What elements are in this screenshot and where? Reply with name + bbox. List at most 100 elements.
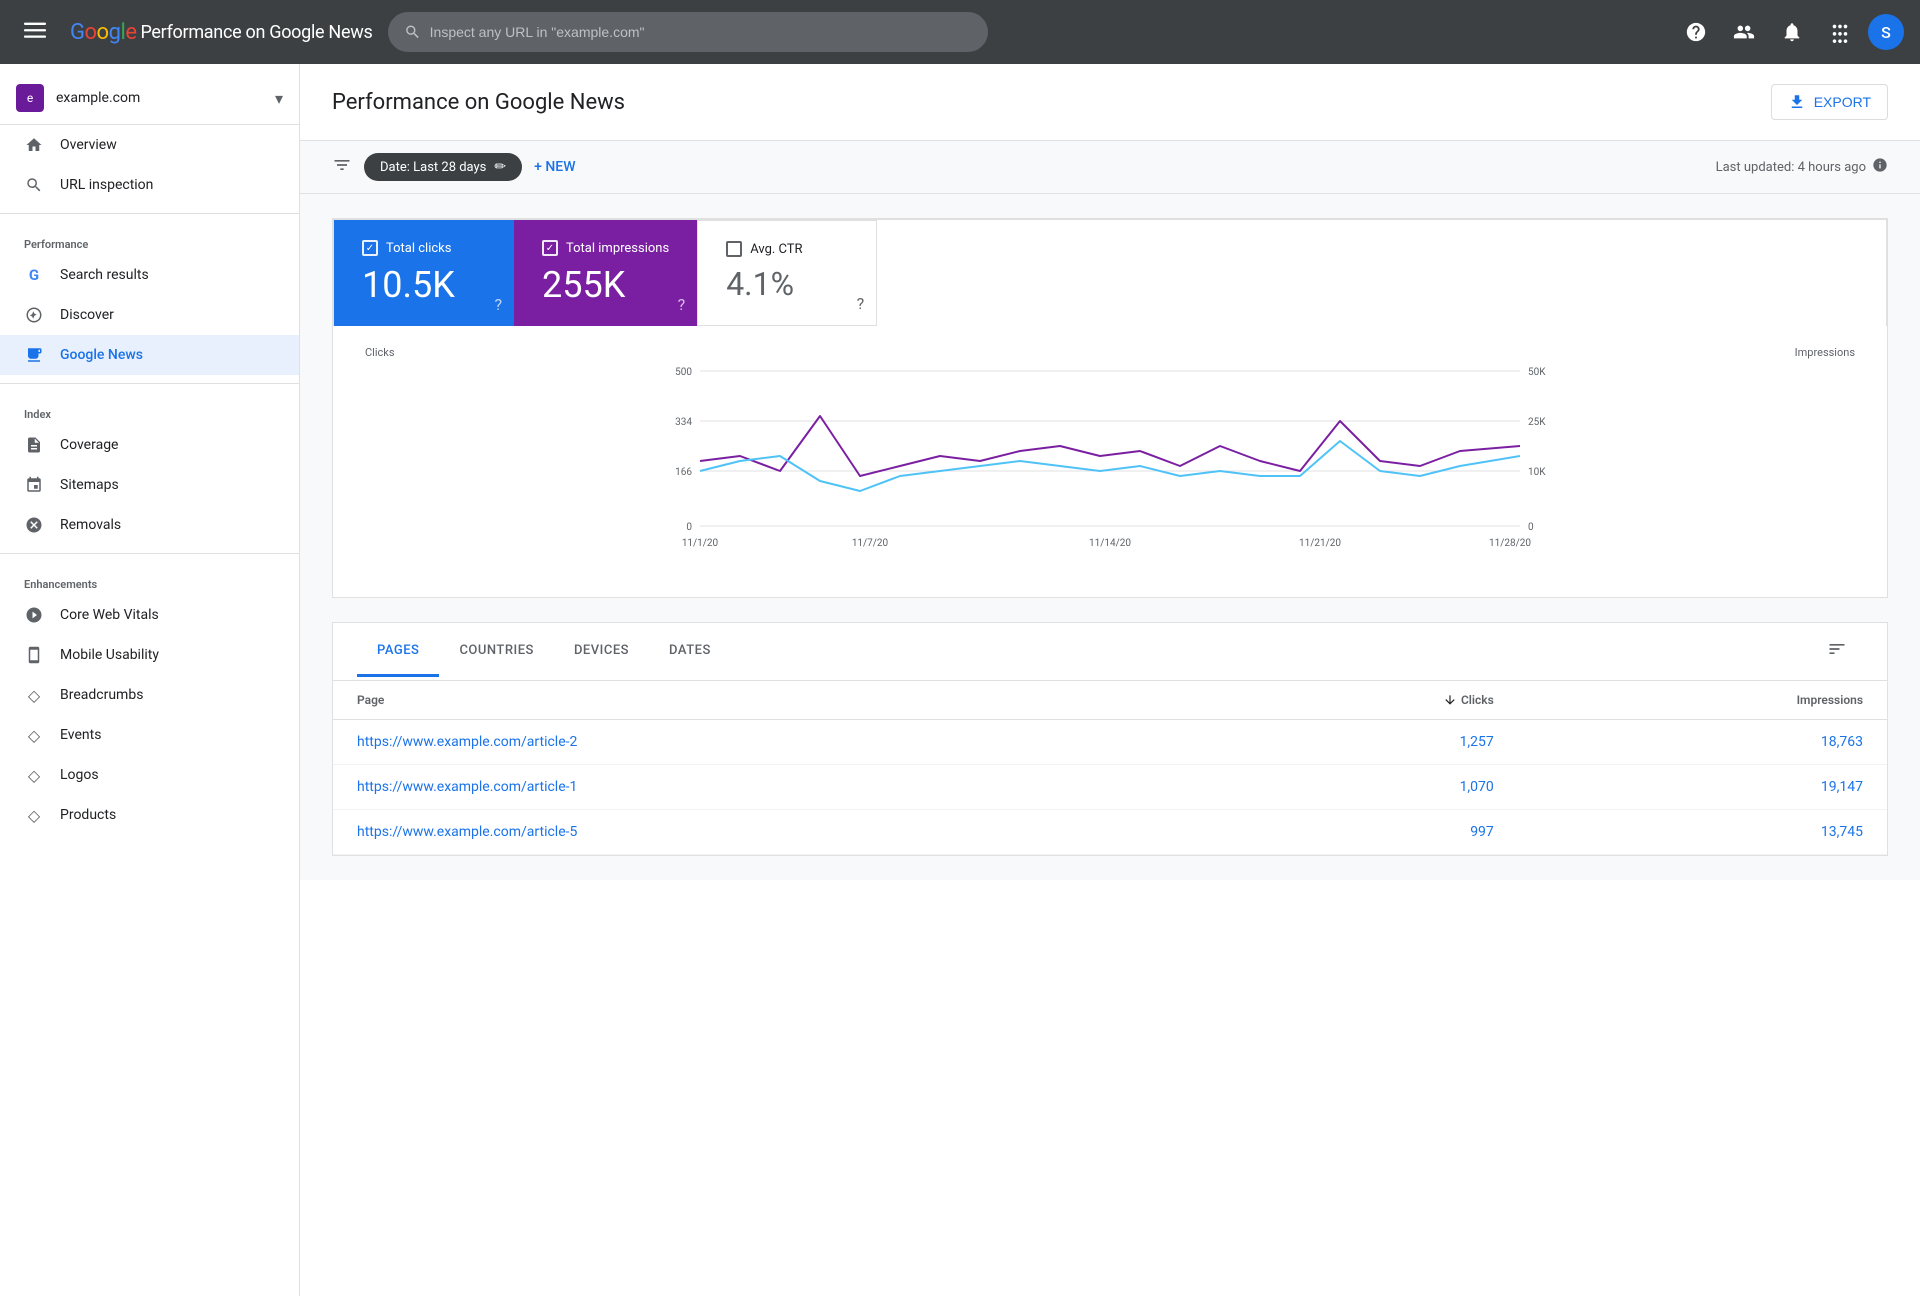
discover-icon bbox=[24, 305, 44, 325]
svg-text:11/1/20: 11/1/20 bbox=[682, 538, 719, 549]
tab-dates[interactable]: DATES bbox=[649, 627, 731, 677]
impressions-value: 255K bbox=[542, 264, 669, 306]
notifications-icon[interactable] bbox=[1772, 12, 1812, 52]
chevron-down-icon: ▾ bbox=[275, 89, 283, 108]
google-g-icon: G bbox=[24, 265, 44, 285]
product-name: Performance on Google News bbox=[140, 22, 372, 43]
svg-text:0: 0 bbox=[1528, 522, 1534, 533]
tab-pages[interactable]: PAGES bbox=[357, 627, 439, 677]
table-row: https://www.example.com/article-2 1,257 … bbox=[333, 720, 1887, 765]
table-tabs: PAGES COUNTRIES DEVICES DATES bbox=[333, 623, 1887, 681]
sidebar-item-label: Logos bbox=[60, 767, 99, 783]
sidebar-item-core-web-vitals[interactable]: Core Web Vitals bbox=[0, 595, 299, 635]
edit-icon: ✏ bbox=[494, 159, 506, 175]
sidebar-item-breadcrumbs[interactable]: ◇ Breadcrumbs bbox=[0, 675, 299, 715]
menu-icon[interactable] bbox=[16, 11, 54, 54]
sidebar-item-mobile-usability[interactable]: Mobile Usability bbox=[0, 635, 299, 675]
sidebar-item-events[interactable]: ◇ Events bbox=[0, 715, 299, 755]
property-selector[interactable]: e example.com ▾ bbox=[0, 72, 299, 125]
total-clicks-card[interactable]: ✓ Total clicks 10.5K ? bbox=[334, 220, 514, 326]
divider bbox=[0, 213, 299, 214]
sidebar-item-overview[interactable]: Overview bbox=[0, 125, 299, 165]
sidebar-item-label: Search results bbox=[60, 267, 149, 283]
property-name: example.com bbox=[56, 90, 263, 106]
filter-icon[interactable] bbox=[332, 155, 352, 180]
impressions-checkbox[interactable]: ✓ bbox=[542, 240, 558, 256]
search-input[interactable] bbox=[430, 24, 973, 40]
col-impressions: Impressions bbox=[1518, 681, 1887, 720]
ctr-checkbox[interactable] bbox=[726, 241, 742, 257]
last-updated: Last updated: 4 hours ago bbox=[1716, 157, 1888, 177]
google-wordmark: Google bbox=[70, 20, 136, 45]
chart-area: Clicks Impressions 500 334 166 0 bbox=[333, 326, 1887, 597]
performance-panel: ✓ Total clicks 10.5K ? ✓ Total impressio… bbox=[332, 218, 1888, 598]
chart-impressions-label: Impressions bbox=[1795, 346, 1855, 359]
sidebar: e example.com ▾ Overview URL inspection … bbox=[0, 64, 300, 1296]
info-icon[interactable]: ? bbox=[494, 295, 502, 314]
svg-text:11/7/20: 11/7/20 bbox=[852, 538, 889, 549]
data-table-section: PAGES COUNTRIES DEVICES DATES Page bbox=[332, 622, 1888, 856]
col-clicks[interactable]: Clicks bbox=[1199, 681, 1518, 720]
sidebar-item-google-news[interactable]: Google News bbox=[0, 335, 299, 375]
page-url[interactable]: https://www.example.com/article-2 bbox=[333, 720, 1199, 765]
sidebar-item-label: Products bbox=[60, 807, 116, 823]
avg-ctr-card[interactable]: Avg. CTR 4.1% ? bbox=[697, 220, 877, 326]
search-icon bbox=[24, 175, 44, 195]
sidebar-item-sitemaps[interactable]: Sitemaps bbox=[0, 465, 299, 505]
chart-clicks-label: Clicks bbox=[365, 346, 395, 359]
cwv-icon bbox=[24, 605, 44, 625]
url-search-bar[interactable] bbox=[388, 12, 988, 52]
col-page: Page bbox=[333, 681, 1199, 720]
sidebar-item-url-inspection[interactable]: URL inspection bbox=[0, 165, 299, 205]
total-impressions-card[interactable]: ✓ Total impressions 255K ? bbox=[514, 220, 697, 326]
main-content: Performance on Google News EXPORT Date: … bbox=[300, 64, 1920, 1296]
page-url[interactable]: https://www.example.com/article-1 bbox=[333, 765, 1199, 810]
removals-icon bbox=[24, 515, 44, 535]
info-icon[interactable]: ? bbox=[678, 295, 686, 314]
sidebar-item-discover[interactable]: Discover bbox=[0, 295, 299, 335]
divider bbox=[0, 553, 299, 554]
logos-icon: ◇ bbox=[24, 765, 44, 785]
export-button[interactable]: EXPORT bbox=[1771, 84, 1888, 120]
clicks-checkbox[interactable]: ✓ bbox=[362, 240, 378, 256]
sidebar-item-label: Core Web Vitals bbox=[60, 607, 159, 623]
new-filter-button[interactable]: + NEW bbox=[534, 159, 575, 175]
sidebar-item-coverage[interactable]: Coverage bbox=[0, 425, 299, 465]
clicks-value: 10.5K bbox=[362, 264, 486, 306]
user-settings-icon[interactable] bbox=[1724, 12, 1764, 52]
sidebar-item-removals[interactable]: Removals bbox=[0, 505, 299, 545]
table-row: https://www.example.com/article-5 997 13… bbox=[333, 810, 1887, 855]
tab-countries[interactable]: COUNTRIES bbox=[439, 627, 554, 677]
svg-text:11/14/20: 11/14/20 bbox=[1089, 538, 1131, 549]
logo: Google Performance on Google News bbox=[70, 20, 372, 45]
sidebar-item-label: Mobile Usability bbox=[60, 647, 159, 663]
info-icon[interactable] bbox=[1872, 157, 1888, 177]
info-icon[interactable]: ? bbox=[857, 294, 865, 313]
date-filter[interactable]: Date: Last 28 days ✏ bbox=[364, 153, 522, 181]
news-icon bbox=[24, 345, 44, 365]
home-icon bbox=[24, 135, 44, 155]
help-icon[interactable] bbox=[1676, 12, 1716, 52]
clicks-value: 1,070 bbox=[1199, 765, 1518, 810]
sidebar-item-search-results[interactable]: G Search results bbox=[0, 255, 299, 295]
mobile-icon bbox=[24, 645, 44, 665]
sidebar-item-logos[interactable]: ◇ Logos bbox=[0, 755, 299, 795]
app-layout: e example.com ▾ Overview URL inspection … bbox=[0, 64, 1920, 1296]
data-table: Page Clicks Impressions bbox=[333, 681, 1887, 855]
table-header-row: Page Clicks Impressions bbox=[333, 681, 1887, 720]
sort-icon[interactable] bbox=[1811, 623, 1863, 680]
events-icon: ◇ bbox=[24, 725, 44, 745]
products-icon: ◇ bbox=[24, 805, 44, 825]
topnav: Google Performance on Google News S bbox=[0, 0, 1920, 64]
sitemaps-icon bbox=[24, 475, 44, 495]
table-row: https://www.example.com/article-1 1,070 … bbox=[333, 765, 1887, 810]
tab-devices[interactable]: DEVICES bbox=[554, 627, 649, 677]
section-index-label: Index bbox=[0, 392, 299, 425]
apps-icon[interactable] bbox=[1820, 12, 1860, 52]
section-performance-label: Performance bbox=[0, 222, 299, 255]
sidebar-item-products[interactable]: ◇ Products bbox=[0, 795, 299, 835]
avatar[interactable]: S bbox=[1868, 14, 1904, 50]
page-url[interactable]: https://www.example.com/article-5 bbox=[333, 810, 1199, 855]
svg-text:11/21/20: 11/21/20 bbox=[1299, 538, 1341, 549]
clicks-value: 997 bbox=[1199, 810, 1518, 855]
